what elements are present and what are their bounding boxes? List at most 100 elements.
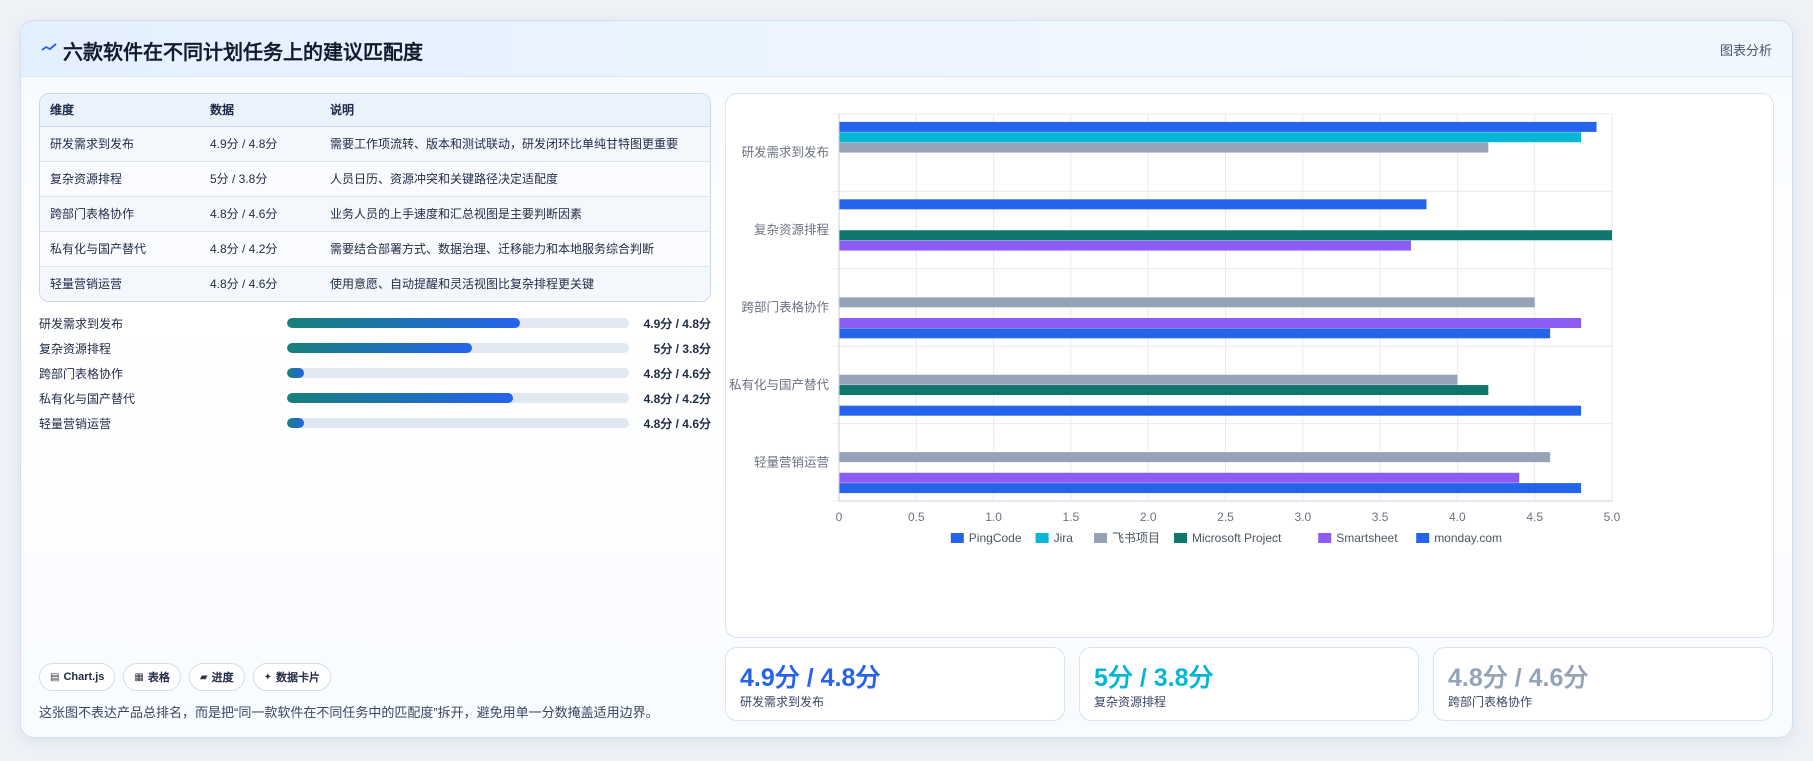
kpi-value: 5分 / 3.8分: [1094, 664, 1214, 692]
progress-fill: [287, 393, 513, 403]
table-icon: ▦: [134, 671, 144, 683]
kpi-card: 4.8分 / 4.6分 跨部门表格协作: [1433, 647, 1773, 721]
cell-data: 5分 / 3.8分: [200, 161, 320, 197]
bar-monday-com: [839, 405, 1582, 416]
progress-track: [287, 343, 629, 353]
x-tick-label: 2.0: [1140, 510, 1157, 524]
progress-track: [287, 418, 629, 428]
progress-row: 轻量营销运营 4.8分 / 4.6分: [39, 412, 711, 437]
table-row: 研发需求到发布 4.9分 / 4.8分 需要工作项流转、版本和测试联动，研发闭环…: [40, 126, 710, 162]
table-row: 跨部门表格协作 4.8分 / 4.6分 业务人员的上手速度和汇总视图是主要判断因…: [40, 196, 710, 232]
y-category-label: 复杂资源排程: [754, 222, 830, 237]
kpi-label: 复杂资源排程: [1094, 695, 1167, 709]
chart-analysis-link[interactable]: 图表分析: [1720, 40, 1772, 59]
kpi-card: 5分 / 3.8分 复杂资源排程: [1079, 647, 1419, 721]
progress-track: [287, 318, 629, 328]
cell-data: 4.8分 / 4.2分: [200, 231, 320, 267]
chip-chartjs[interactable]: ▤ Chart.js: [39, 663, 116, 691]
kpi-label: 跨部门表格协作: [1448, 695, 1533, 709]
legend-entry: Smartsheet: [1336, 531, 1398, 545]
cell-note: 业务人员的上手速度和汇总视图是主要判断因素: [320, 196, 710, 232]
chip-label: 数据卡片: [275, 672, 320, 684]
progress-track: [287, 393, 629, 403]
y-category-label: 跨部门表格协作: [741, 300, 829, 315]
sparkle-icon: ✦: [263, 671, 272, 683]
x-tick-label: 0.5: [908, 510, 925, 524]
legend-swatch: [1035, 533, 1049, 543]
legend-entry: 飞书项目: [1112, 531, 1160, 545]
bar-microsoft-project: [839, 230, 1612, 241]
legend-entry: Jira: [1054, 531, 1074, 545]
x-tick-label: 2.5: [1217, 510, 1234, 524]
progress-row: 复杂资源排程 5分 / 3.8分: [39, 337, 711, 362]
footnote: 这张图不表达产品总排名，而是把“同一款软件在不同任务中的匹配度”拆开，避免用单一…: [39, 705, 659, 720]
progress-value: 4.8分 / 4.6分: [643, 367, 711, 381]
bar--: [839, 374, 1458, 385]
cell-dimension: 研发需求到发布: [40, 126, 200, 162]
x-tick-label: 1.0: [985, 510, 1002, 524]
progress-row: 研发需求到发布 4.9分 / 4.8分: [39, 312, 711, 337]
page-title: 六款软件在不同计划任务上的建议匹配度: [63, 42, 423, 64]
x-tick-label: 3.0: [1294, 510, 1311, 524]
progress-label: 复杂资源排程: [39, 342, 112, 356]
chip-label: Chart.js: [63, 671, 105, 683]
progress-fill: [287, 318, 520, 328]
legend-swatch: [1174, 533, 1187, 543]
x-tick-label: 4.0: [1449, 510, 1466, 524]
x-tick-label: 4.5: [1526, 510, 1543, 524]
progress-value: 5分 / 3.8分: [653, 342, 711, 356]
cell-data: 4.9分 / 4.8分: [200, 126, 320, 162]
chip-list: ▤ Chart.js ▦ 表格 ▰ 进度 ✦ 数据卡片: [39, 663, 331, 691]
card-header: 六款软件在不同计划任务上的建议匹配度 图表分析: [21, 21, 1792, 77]
kpi-card: 4.9分 / 4.8分 研发需求到发布: [725, 647, 1065, 721]
table-row: 私有化与国产替代 4.8分 / 4.2分 需要结合部署方式、数据治理、迁移能力和…: [40, 231, 710, 267]
cell-note: 人员日历、资源冲突和关键路径决定适配度: [320, 161, 710, 197]
progress-icon: ▰: [199, 671, 208, 683]
chip-label: 进度: [211, 672, 234, 684]
cell-dimension: 跨部门表格协作: [40, 196, 200, 232]
data-table: 维度 数据 说明 研发需求到发布 4.9分 / 4.8分 需要工作项流转、版本和…: [39, 93, 711, 302]
progress-value: 4.9分 / 4.8分: [643, 317, 711, 331]
legend-swatch: [950, 533, 964, 543]
bar-jira: [839, 132, 1582, 143]
progress-fill: [287, 368, 305, 378]
chip-table[interactable]: ▦ 表格: [123, 663, 181, 691]
y-category-label: 研发需求到发布: [741, 145, 829, 160]
y-category-label: 轻量营销运营: [754, 455, 829, 469]
column-header-dimension: 维度: [40, 94, 200, 127]
progress-value: 4.8分 / 4.2分: [643, 392, 711, 406]
bar-pingcode: [839, 121, 1597, 132]
bar--: [839, 452, 1551, 463]
column-header-note: 说明: [320, 94, 710, 127]
bar-monday-com: [839, 328, 1551, 339]
bar-smartsheet: [839, 240, 1412, 251]
bar--: [839, 297, 1535, 308]
progress-label: 轻量营销运营: [39, 417, 112, 431]
bar-monday-com: [839, 483, 1582, 494]
chip-progress[interactable]: ▰ 进度: [188, 663, 245, 691]
progress-fill: [287, 418, 305, 428]
cell-dimension: 复杂资源排程: [40, 161, 200, 197]
bar--: [839, 142, 1489, 153]
bar-chart: 0 0.5 1.0 1.5 2.0 2.5 3.0 3.5 4.0 4.5 5.0 研发需求到发布复杂…: [729, 113, 1621, 545]
bar-microsoft-project: [839, 385, 1489, 396]
column-header-data: 数据: [200, 94, 320, 127]
cell-note: 需要工作项流转、版本和测试联动，研发闭环比单纯甘特图更重要: [320, 126, 710, 162]
x-tick-label: 5.0: [1604, 510, 1621, 524]
bar-smartsheet: [839, 472, 1520, 483]
progress-row: 跨部门表格协作 4.8分 / 4.6分: [39, 362, 711, 387]
cell-note: 使用意愿、自动提醒和灵活视图比复杂排程更关键: [320, 266, 710, 301]
kpi-label: 研发需求到发布: [740, 695, 825, 709]
bar-smartsheet: [839, 317, 1582, 328]
x-tick-label: 0: [836, 510, 843, 524]
progress-list: 研发需求到发布 4.9分 / 4.8分 复杂资源排程 5分 / 3.8分 跨部门…: [39, 312, 711, 437]
analysis-card: 六款软件在不同计划任务上的建议匹配度 图表分析 维度 数据 说明 研发需求到发布…: [20, 20, 1793, 738]
bar-pingcode: [839, 199, 1427, 210]
legend-entry: Microsoft Project: [1192, 531, 1282, 545]
progress-track: [287, 368, 629, 378]
progress-label: 私有化与国产替代: [39, 392, 136, 406]
chip-data-cards[interactable]: ✦ 数据卡片: [252, 663, 331, 691]
progress-label: 研发需求到发布: [39, 317, 124, 331]
x-tick-label: 3.5: [1372, 510, 1389, 524]
chart-icon: ▤: [50, 671, 60, 683]
